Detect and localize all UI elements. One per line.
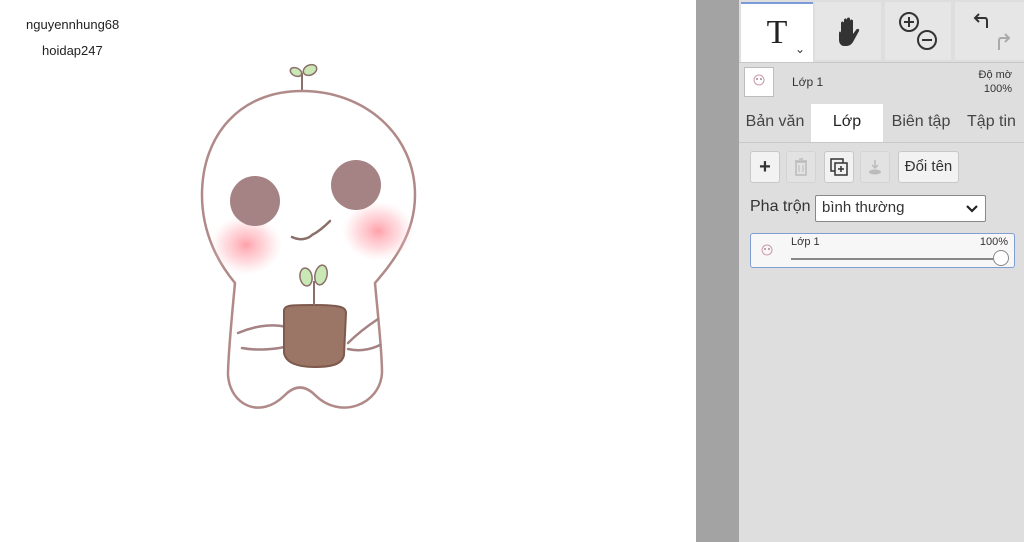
duplicate-icon xyxy=(830,158,848,176)
current-layer-name: Lớp 1 xyxy=(792,75,824,89)
cute-character-drawing xyxy=(200,63,417,409)
undo-redo-buttons[interactable] xyxy=(955,2,1024,60)
blend-mode-select[interactable]: bình thường xyxy=(815,195,986,222)
blend-mode-value: bình thường xyxy=(822,199,905,216)
merge-down-icon xyxy=(869,160,881,175)
tab-layer[interactable]: Lớp xyxy=(811,104,883,142)
undo-redo-icon xyxy=(973,13,1010,50)
merge-down-button[interactable] xyxy=(860,151,890,183)
opacity-readout: Độ mờ 100% xyxy=(979,68,1013,96)
delete-layer-button[interactable] xyxy=(786,151,816,183)
drawing-canvas[interactable]: nguyennhung68 hoidap247 xyxy=(0,0,696,542)
opacity-slider-handle[interactable] xyxy=(993,250,1009,266)
panel-tabs: Bản văn Lớp Biên tập Tập tin xyxy=(739,104,1024,143)
panel-divider xyxy=(696,0,739,542)
tab-file[interactable]: Tập tin xyxy=(959,104,1024,142)
layer-thumbnail xyxy=(744,67,774,97)
layers-panel: T ⌄ Lớp 1 Độ mờ 100% Bản văn Lớp Biên tậ… xyxy=(739,0,1024,542)
opacity-slider-track[interactable] xyxy=(791,258,1001,260)
add-layer-button[interactable]: + xyxy=(750,151,780,183)
plus-icon: + xyxy=(759,155,771,178)
layer-list-item[interactable]: Lớp 1 100% xyxy=(750,233,1015,268)
duplicate-layer-button[interactable] xyxy=(824,151,854,183)
text-tool-button[interactable]: T ⌄ xyxy=(741,2,813,62)
layer-row-thumbnail xyxy=(761,244,773,256)
layer-actions: + Đổi tên xyxy=(750,151,1020,185)
hand-tool-button[interactable] xyxy=(815,2,881,60)
blend-mode-label: Pha trộn xyxy=(750,198,811,215)
trash-icon xyxy=(795,158,807,176)
opacity-label: Độ mờ xyxy=(978,69,1013,81)
toolbar-separator xyxy=(739,62,1024,63)
signature-username: nguyennhung68 xyxy=(26,17,120,32)
zoom-tool-button[interactable] xyxy=(885,2,951,60)
rename-layer-button[interactable]: Đổi tên xyxy=(898,151,959,183)
layer-row-name: Lớp 1 xyxy=(791,236,820,248)
tab-text[interactable]: Bản văn xyxy=(739,104,811,142)
zoom-in-out-icon xyxy=(899,12,937,50)
hand-icon xyxy=(839,17,860,46)
layer-row-opacity: 100% xyxy=(979,236,1008,248)
tool-bar: T ⌄ xyxy=(739,0,1024,62)
chevron-down-icon xyxy=(966,205,978,213)
signature-site: hoidap247 xyxy=(42,43,103,58)
current-layer-info: Lớp 1 Độ mờ 100% xyxy=(739,64,1024,102)
text-tool-glyph: T xyxy=(766,14,788,51)
chevron-down-icon: ⌄ xyxy=(795,42,806,56)
tab-edit[interactable]: Biên tập xyxy=(883,104,959,142)
opacity-value: 100% xyxy=(983,83,1012,95)
